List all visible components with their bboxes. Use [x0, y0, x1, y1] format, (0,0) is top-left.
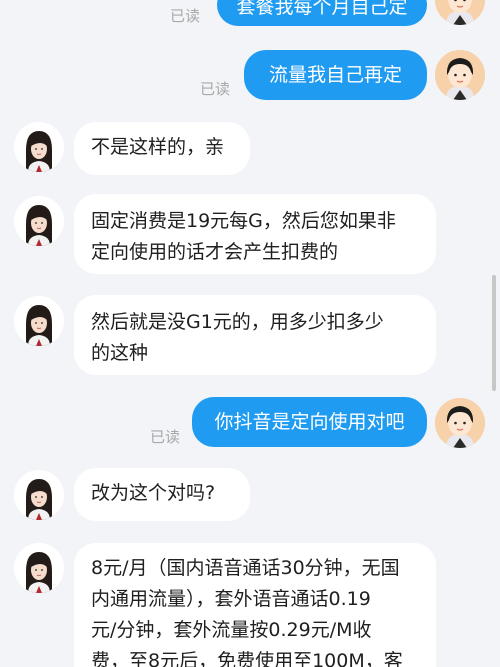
- agent-avatar[interactable]: [14, 543, 64, 593]
- read-receipt: 已读: [170, 7, 201, 25]
- agent-avatar[interactable]: [14, 196, 64, 246]
- agent-avatar[interactable]: [14, 122, 64, 172]
- read-receipt: 已读: [150, 428, 181, 446]
- scrollbar-thumb[interactable]: [492, 275, 496, 391]
- message-bubble-agent[interactable]: 改为这个对吗?: [74, 468, 250, 521]
- user-avatar[interactable]: [435, 50, 485, 100]
- user-avatar[interactable]: [435, 398, 485, 448]
- agent-avatar[interactable]: [14, 470, 64, 520]
- message-bubble-agent[interactable]: 不是这样的，亲: [74, 122, 250, 175]
- message-bubble-self[interactable]: 套餐我每个月自己定: [217, 0, 427, 26]
- agent-avatar[interactable]: [14, 296, 64, 346]
- read-receipt: 已读: [200, 80, 231, 98]
- message-bubble-agent[interactable]: 8元/月（国内语音通话30分钟，无国 内通用流量），套外语音通话0.19 元/分…: [74, 543, 436, 667]
- message-bubble-agent[interactable]: 固定消费是19元每G，然后您如果非 定向使用的话才会产生扣费的: [74, 194, 436, 274]
- user-avatar[interactable]: [435, 0, 485, 25]
- chat-conversation: 已读 套餐我每个月自己定 已读 流量我自己再定 不是这样的，亲 固定消费是19元…: [0, 0, 500, 667]
- message-bubble-agent[interactable]: 然后就是没G1元的，用多少扣多少 的这种: [74, 295, 436, 375]
- message-bubble-self[interactable]: 流量我自己再定: [244, 50, 427, 100]
- message-bubble-self[interactable]: 你抖音是定向使用对吧: [192, 397, 427, 447]
